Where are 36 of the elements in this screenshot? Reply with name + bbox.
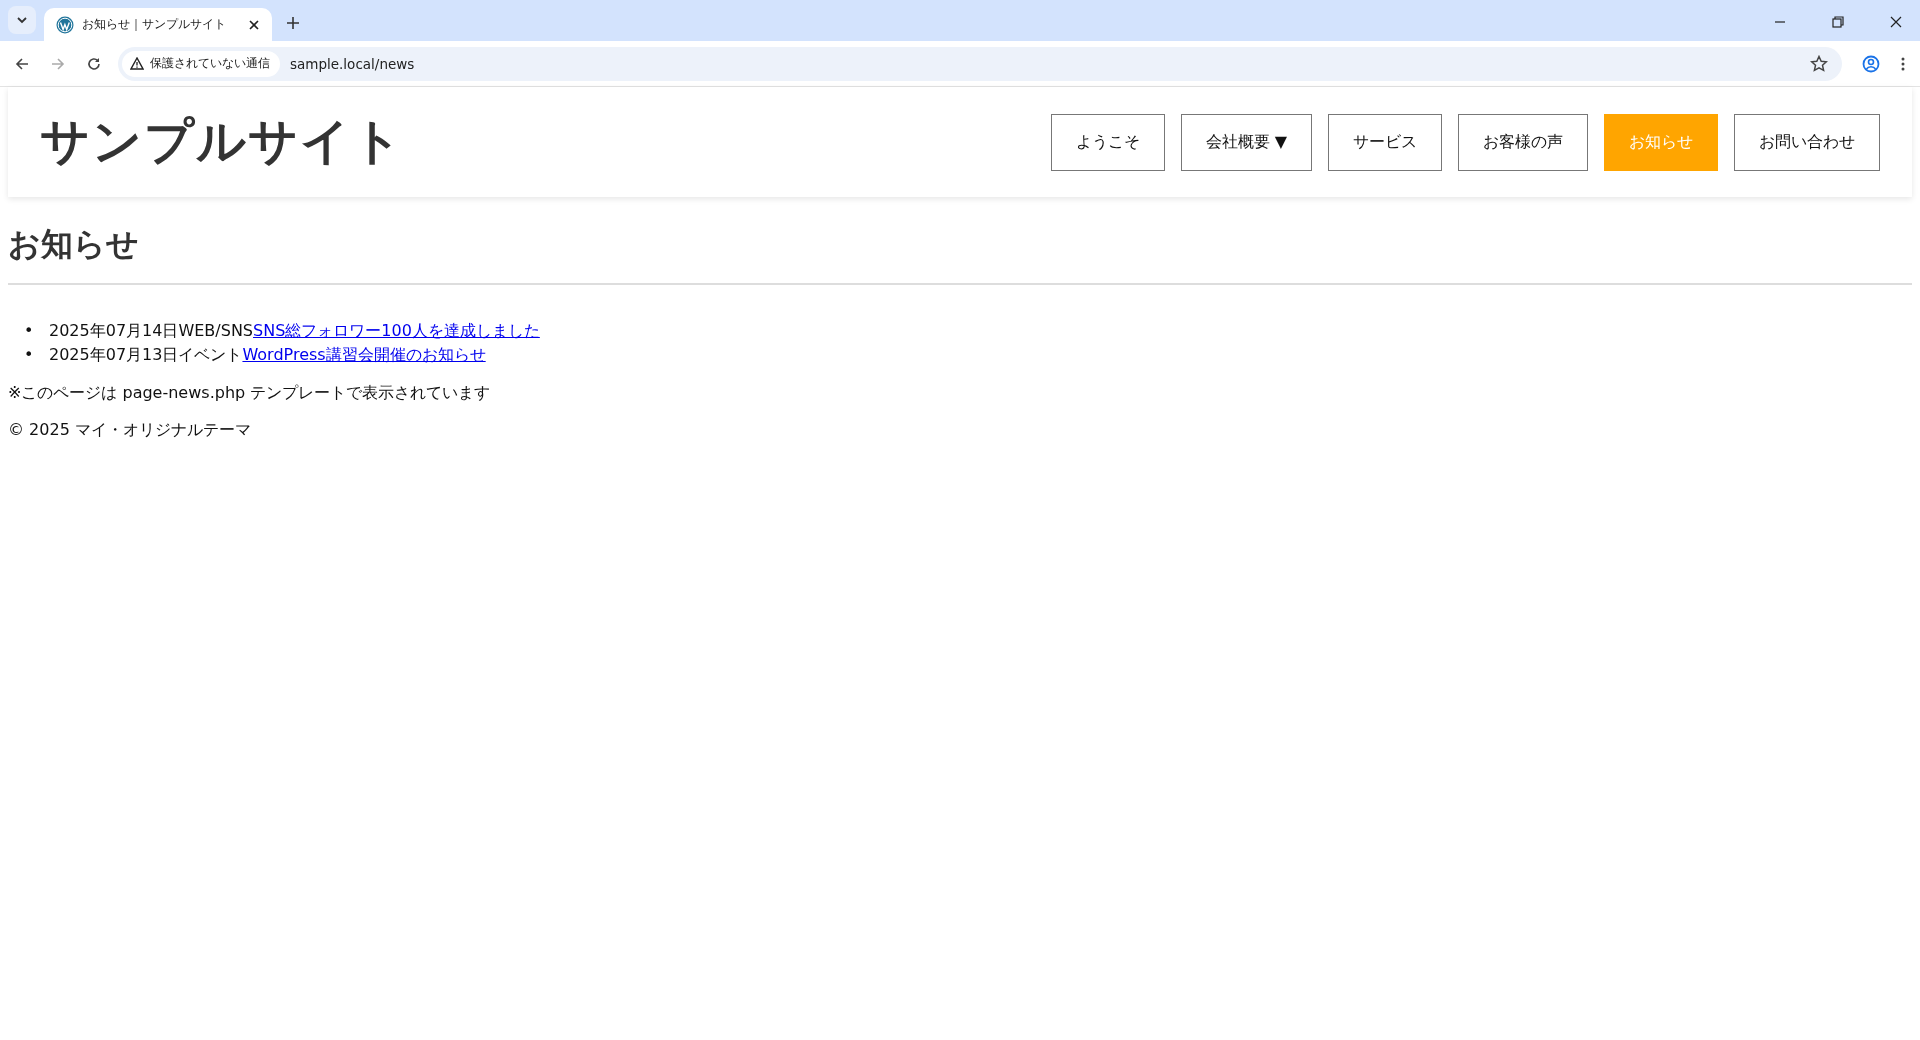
restore-icon[interactable] bbox=[1832, 16, 1844, 28]
tab-search-button[interactable] bbox=[8, 6, 36, 34]
news-category: WEB/SNS bbox=[178, 321, 253, 340]
url-text: sample.local/news bbox=[290, 55, 415, 72]
copyright-text: © 2025 マイ・オリジナルテーマ bbox=[8, 420, 252, 441]
news-link[interactable]: WordPress講習会開催のお知らせ bbox=[242, 345, 486, 364]
bullet: • bbox=[23, 320, 35, 342]
news-date: 2025年07月13日 bbox=[49, 345, 179, 364]
nav-link[interactable]: サービス bbox=[1328, 113, 1442, 171]
back-arrow-icon[interactable] bbox=[14, 55, 30, 72]
chevron-down-icon bbox=[16, 16, 28, 24]
nav-link[interactable]: お問い合わせ bbox=[1734, 113, 1880, 171]
nav-link[interactable]: お客様の声 bbox=[1458, 113, 1588, 171]
nav-link[interactable]: 会社概要 ▼ bbox=[1180, 113, 1312, 171]
bookmark-star-icon[interactable] bbox=[1810, 54, 1828, 73]
page-heading: お知らせ bbox=[8, 224, 140, 265]
profile-icon[interactable] bbox=[1862, 54, 1880, 73]
close-icon[interactable] bbox=[248, 18, 260, 31]
close-icon[interactable] bbox=[1890, 16, 1902, 28]
browser-tab[interactable]: お知らせ｜サンプルサイト bbox=[44, 8, 272, 41]
security-chip[interactable]: 保護されていない通信 bbox=[122, 50, 280, 77]
news-category: イベント bbox=[178, 345, 243, 364]
warning-icon bbox=[130, 57, 144, 70]
nav-link[interactable]: ようこそ bbox=[1050, 113, 1165, 171]
bullet: • bbox=[23, 344, 35, 366]
reload-icon[interactable] bbox=[86, 55, 102, 72]
tab-title: お知らせ｜サンプルサイト bbox=[82, 16, 227, 33]
site-title[interactable]: サンプルサイト bbox=[40, 109, 404, 175]
news-date: 2025年07月14日 bbox=[49, 321, 179, 340]
address-bar[interactable]: 保護されていない通信 sample.local/news bbox=[118, 46, 1842, 81]
wordpress-logo-icon bbox=[56, 15, 74, 34]
security-label: 保護されていない通信 bbox=[150, 55, 270, 72]
menu-icon[interactable] bbox=[1900, 55, 1906, 72]
news-link[interactable]: SNS総フォロワー100人を達成しました bbox=[253, 321, 540, 340]
template-note: ※このページは page-news.php テンプレートで表示されています bbox=[8, 383, 492, 404]
new-tab-icon[interactable] bbox=[286, 16, 300, 30]
